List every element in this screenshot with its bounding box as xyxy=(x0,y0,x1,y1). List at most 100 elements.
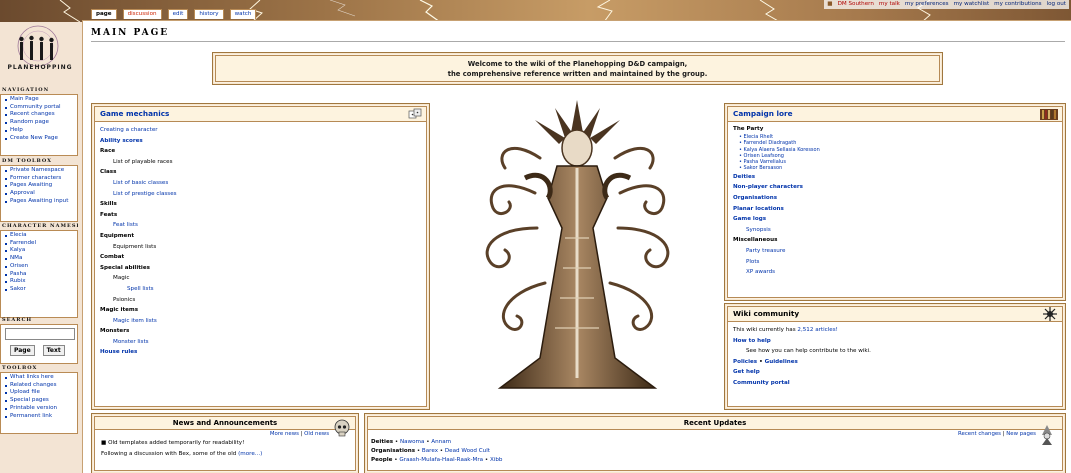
party-member-name[interactable]: Farrendel Diadragath xyxy=(744,140,797,146)
dm-private-namespace[interactable]: Private Namespace xyxy=(4,167,75,175)
policies-link[interactable]: Policies xyxy=(733,359,757,365)
tool-permanent-link[interactable]: Permanent link xyxy=(4,413,75,421)
personal-tools: ■ DM Southern my talk my preferences my … xyxy=(824,0,1069,9)
party-member-name[interactable]: Orisen Leafsong xyxy=(744,153,784,159)
tool-printable-version[interactable]: Printable version xyxy=(4,405,75,413)
my-contributions-link[interactable]: my contributions xyxy=(994,0,1041,9)
party-member-name[interactable]: Pasha Varrelialus xyxy=(744,159,786,165)
news-heading: News and Announcements xyxy=(95,417,355,430)
mechanics-row: List of playable races xyxy=(113,158,173,165)
mechanics-row: Magic items xyxy=(100,307,139,314)
planehopping-logo[interactable] xyxy=(0,22,80,82)
nav-main-page[interactable]: Main Page xyxy=(4,96,75,104)
wiki-community-heading: Wiki community xyxy=(728,307,1062,322)
my-watchlist-link[interactable]: my watchlist xyxy=(954,0,990,9)
lore-row[interactable]: Planar locations xyxy=(733,204,1057,215)
tab-discussion[interactable]: discussion xyxy=(122,9,162,19)
party-member-name[interactable]: Sakor Bersason xyxy=(744,165,783,171)
lore-row: Miscellaneous xyxy=(733,237,778,244)
game-mechanics-heading[interactable]: Game mechanics xyxy=(95,107,426,122)
character-nma[interactable]: NMa xyxy=(4,255,75,263)
new-pages-link[interactable]: New pages xyxy=(1006,431,1036,437)
campaign-lore-heading[interactable]: Campaign lore xyxy=(728,107,1062,122)
character-rubix[interactable]: Rubix xyxy=(4,278,75,286)
org-link-1[interactable]: Barex xyxy=(422,448,438,454)
mechanics-row[interactable]: List of prestige classes xyxy=(100,189,421,200)
character-pasha[interactable]: Pasha xyxy=(4,271,75,279)
dm-toolbox-heading: DM TOOLBOX xyxy=(2,158,53,164)
mechanics-row[interactable]: Creating a character xyxy=(100,125,421,136)
lore-row[interactable]: Non-player characters xyxy=(733,182,1057,193)
deity-link-2[interactable]: Annam xyxy=(431,439,451,445)
tab-page[interactable]: page xyxy=(91,9,117,19)
lore-row[interactable]: Synopsis xyxy=(733,225,1057,236)
mechanics-row[interactable]: Magic item lists xyxy=(100,316,421,327)
dm-former-characters[interactable]: Former characters xyxy=(4,175,75,183)
log-out-link[interactable]: log out xyxy=(1047,0,1066,9)
party-member-name[interactable]: Elecia Rhelt xyxy=(744,134,774,140)
tool-what-links-here[interactable]: What links here xyxy=(4,374,75,382)
org-link-2[interactable]: Dead Wood Cult xyxy=(445,448,490,454)
nav-create-new-page[interactable]: Create New Page xyxy=(4,135,75,143)
news-more-link[interactable]: (more...) xyxy=(238,451,262,457)
get-help-link[interactable]: Get help xyxy=(733,367,1057,378)
community-portal-link[interactable]: Community portal xyxy=(733,378,1057,389)
sorceress-illustration xyxy=(485,100,670,389)
lore-row[interactable]: Organisations xyxy=(733,193,1057,204)
character-kalya[interactable]: Kalya xyxy=(4,247,75,255)
tab-edit[interactable]: edit xyxy=(167,9,189,19)
mechanics-row[interactable]: Spell lists xyxy=(100,284,421,295)
user-page-link[interactable]: DM Southern xyxy=(838,0,874,9)
people-link-1[interactable]: Graash-Mulafa-Haal-Raak-Mra xyxy=(399,457,483,463)
lore-row[interactable]: Game logs xyxy=(733,214,1057,225)
mechanics-row[interactable]: Monster lists xyxy=(100,337,421,348)
my-preferences-link[interactable]: my preferences xyxy=(905,0,949,9)
nav-random-page[interactable]: Random page xyxy=(4,119,75,127)
welcome-line-2: the comprehensive reference written and … xyxy=(447,69,708,78)
game-mechanics-panel: Game mechanics Creating a character Abili… xyxy=(91,103,430,410)
lore-row[interactable]: XP awards xyxy=(733,267,1057,278)
deity-link-1[interactable]: Nawoma xyxy=(400,439,425,445)
mechanics-row: Monsters xyxy=(100,328,130,335)
tool-upload-file[interactable]: Upload file xyxy=(4,389,75,397)
nav-help[interactable]: Help xyxy=(4,127,75,135)
tool-related-changes[interactable]: Related changes xyxy=(4,382,75,390)
campaign-lore-list: The Party • Elecia Rhelt • Farrendel Diad… xyxy=(728,122,1062,281)
search-page-button[interactable]: Page xyxy=(10,345,35,356)
tab-watch[interactable]: watch xyxy=(229,9,257,19)
search-input[interactable] xyxy=(5,328,75,340)
mechanics-row[interactable]: List of basic classes xyxy=(100,178,421,189)
party-member-name[interactable]: Kalya Alaera Sellasia Koresson xyxy=(744,147,820,153)
guidelines-link[interactable]: Guidelines xyxy=(765,359,798,365)
dm-pages-awaiting-input[interactable]: Pages Awaiting input xyxy=(4,198,75,206)
character-sakor[interactable]: Sakor xyxy=(4,286,75,294)
people-link-2[interactable]: Xibb xyxy=(490,457,503,463)
tool-special-pages[interactable]: Special pages xyxy=(4,397,75,405)
dm-pages-awaiting-approval-cont[interactable]: Approval xyxy=(4,190,75,198)
my-talk-link[interactable]: my talk xyxy=(879,0,900,9)
nav-community-portal[interactable]: Community portal xyxy=(4,104,75,112)
recent-changes-link[interactable]: Recent changes xyxy=(958,431,1001,437)
bookshelf-icon xyxy=(1040,109,1058,120)
game-mechanics-title[interactable]: Game mechanics xyxy=(100,109,169,118)
mechanics-row[interactable]: Feat lists xyxy=(100,220,421,231)
mechanics-row[interactable]: House rules xyxy=(100,347,421,358)
mechanics-row[interactable]: Ability scores xyxy=(100,136,421,147)
mechanics-row: Class xyxy=(100,169,117,176)
old-news-link[interactable]: Old news xyxy=(304,431,329,437)
tab-history[interactable]: history xyxy=(194,9,224,19)
character-farrendel[interactable]: Farrendel xyxy=(4,240,75,248)
campaign-lore-title[interactable]: Campaign lore xyxy=(733,109,793,118)
site-name: PLANEHOPPING xyxy=(7,64,73,71)
lore-row[interactable]: Deities xyxy=(733,172,1057,183)
search-text-button[interactable]: Text xyxy=(42,345,65,356)
character-elecia[interactable]: Elecia xyxy=(4,232,75,240)
how-to-help-link[interactable]: How to help xyxy=(733,336,1057,347)
article-count-link[interactable]: 2,512 articles! xyxy=(797,327,838,333)
character-orisen[interactable]: Orisen xyxy=(4,263,75,271)
more-news-link[interactable]: More news xyxy=(270,431,299,437)
nav-recent-changes[interactable]: Recent changes xyxy=(4,111,75,119)
lore-row[interactable]: Plots xyxy=(733,257,1057,268)
lore-row[interactable]: Party treasure xyxy=(733,246,1057,257)
dm-pages-awaiting-approval[interactable]: Pages Awaiting xyxy=(4,182,75,190)
